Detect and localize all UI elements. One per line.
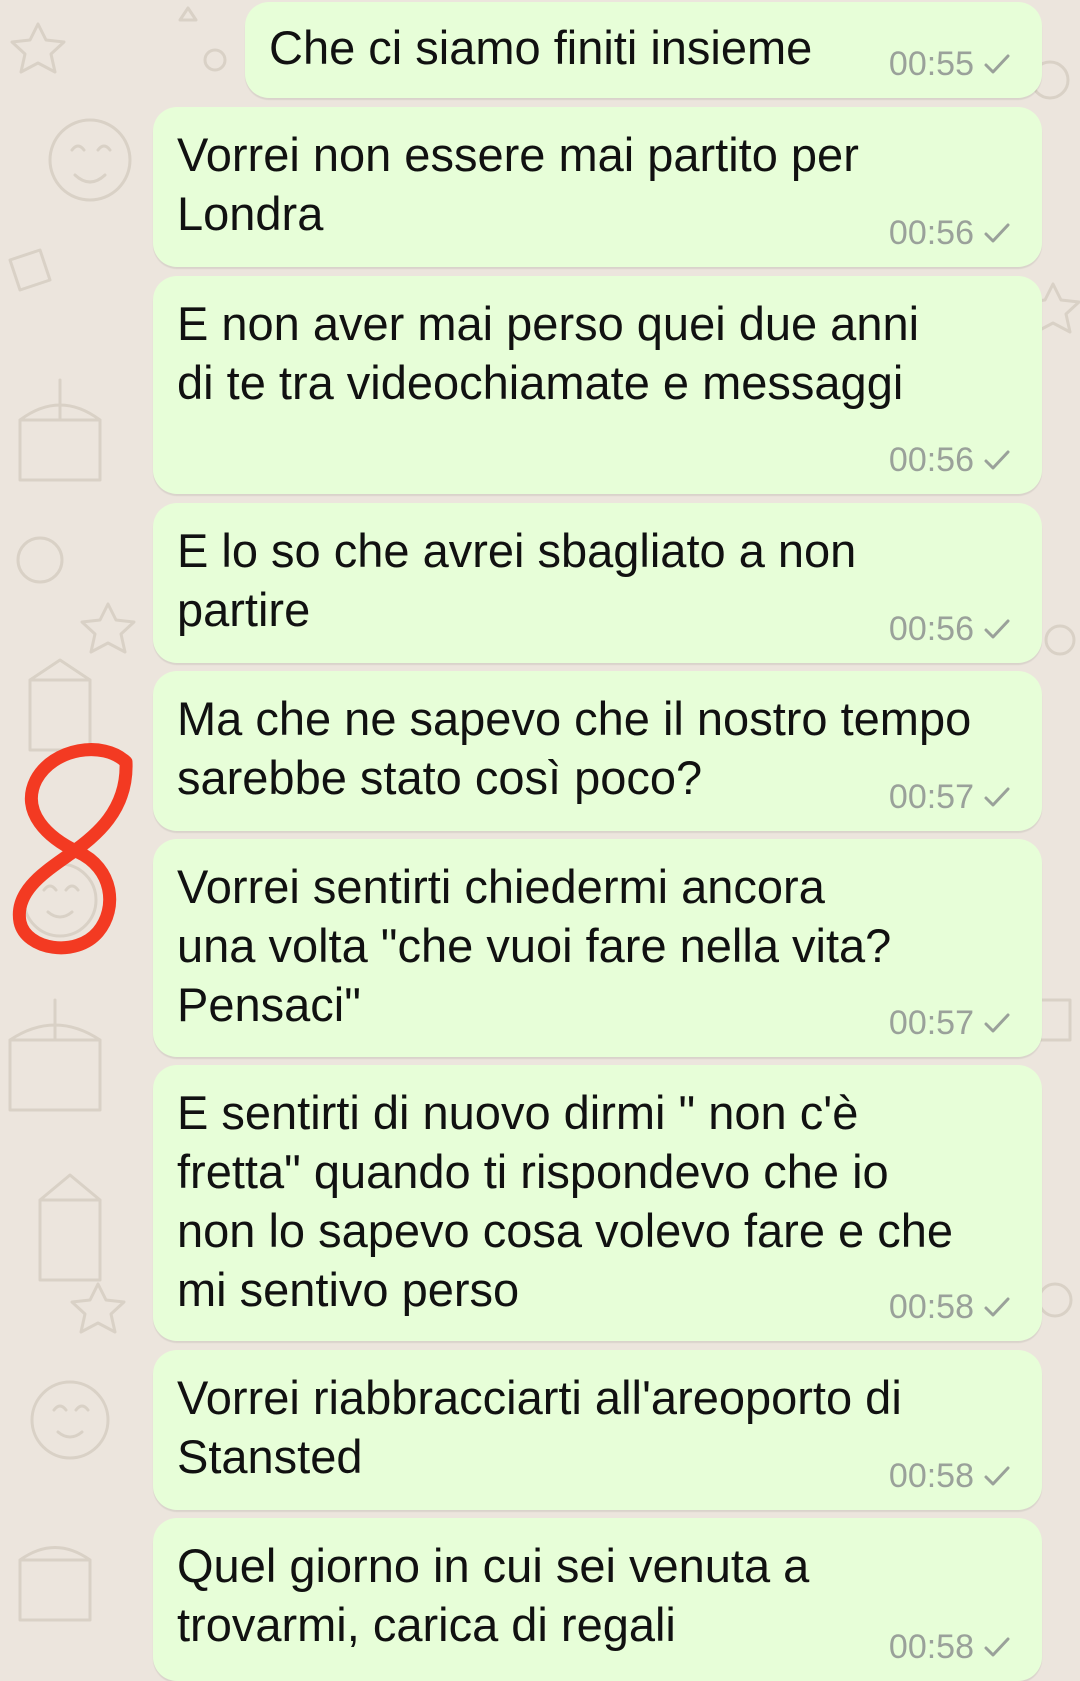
message-meta: 00:56 — [889, 213, 1012, 253]
message-meta: 00:56 — [889, 609, 1012, 649]
single-check-icon — [984, 54, 1010, 74]
message-text: E non aver mai perso quei due anni di te… — [177, 297, 920, 409]
message-time: 00:55 — [888, 45, 974, 83]
message-time: 00:58 — [888, 1457, 974, 1495]
message-time: 00:57 — [888, 1004, 974, 1042]
single-check-icon — [984, 450, 1010, 470]
message-meta: 00:58 — [889, 1287, 1012, 1327]
message-meta: 00:57 — [889, 1003, 1012, 1043]
outgoing-message-bubble[interactable]: E sentirti di nuovo dirmi " non c'è fret… — [153, 1065, 1042, 1341]
message-meta: 00:57 — [889, 777, 1012, 817]
single-check-icon — [984, 619, 1010, 639]
outgoing-message-bubble[interactable]: E non aver mai perso quei due anni di te… — [153, 276, 1042, 494]
chat-message-list[interactable]: Che ci siamo finiti insieme 00:55 Vorrei… — [0, 0, 1080, 1681]
message-meta: 00:56 — [889, 440, 1012, 480]
single-check-icon — [984, 223, 1010, 243]
handwritten-number-8-annotation — [12, 743, 133, 955]
message-time: 00:58 — [888, 1288, 974, 1326]
outgoing-message-bubble[interactable]: Che ci siamo finiti insieme 00:55 — [245, 2, 1042, 98]
message-time: 00:56 — [888, 610, 974, 648]
message-meta: 00:55 — [889, 44, 1012, 84]
outgoing-message-bubble[interactable]: Quel giorno in cui sei venuta a trovarmi… — [153, 1518, 1042, 1681]
single-check-icon — [984, 1637, 1010, 1657]
outgoing-message-bubble[interactable]: Vorrei riabbracciarti all'areoporto di S… — [153, 1350, 1042, 1510]
single-check-icon — [984, 1297, 1010, 1317]
single-check-icon — [984, 1466, 1010, 1486]
outgoing-message-bubble[interactable]: Vorrei non essere mai partito per Londra… — [153, 107, 1042, 267]
message-time: 00:56 — [888, 441, 974, 479]
outgoing-message-bubble[interactable]: Vorrei sentirti chiedermi ancora una vol… — [153, 839, 1042, 1057]
outgoing-message-bubble[interactable]: Ma che ne sapevo che il nostro tempo sar… — [153, 671, 1042, 831]
message-meta: 00:58 — [889, 1456, 1012, 1496]
message-text: E sentirti di nuovo dirmi " non c'è fret… — [177, 1086, 954, 1316]
outgoing-message-bubble[interactable]: E lo so che avrei sbagliato a non partir… — [153, 503, 1042, 663]
message-meta: 00:58 — [889, 1627, 1012, 1667]
message-time: 00:57 — [888, 778, 974, 816]
single-check-icon — [984, 1013, 1010, 1033]
message-time: 00:58 — [888, 1628, 974, 1666]
single-check-icon — [984, 787, 1010, 807]
message-time: 00:56 — [888, 214, 974, 252]
